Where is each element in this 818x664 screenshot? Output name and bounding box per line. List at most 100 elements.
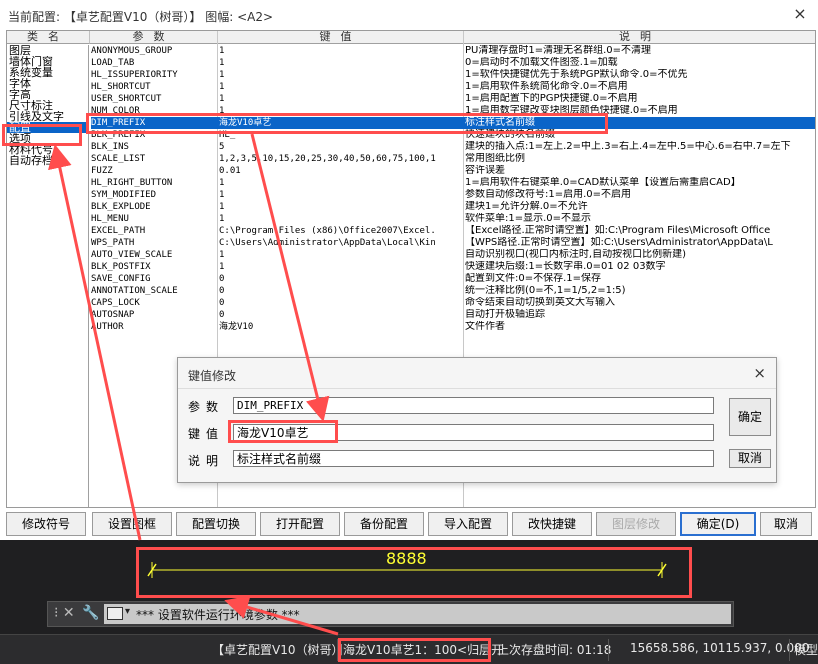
terminal-icon: [107, 607, 123, 620]
close-icon[interactable]: ⁝ ✕: [54, 605, 75, 621]
param-cell: BLK_INS: [91, 142, 129, 152]
bottom-button[interactable]: 修改符号: [6, 512, 86, 536]
dialog-cancel-button[interactable]: 取消: [729, 449, 771, 468]
value-cell: 1,2,3,5,10,15,20,25,30,40,50,60,75,100,1: [219, 154, 436, 164]
table-row[interactable]: SYM_MODIFIED 1 参数自动修改符号:1=启用.0=不启用: [91, 189, 815, 201]
value-cell: 1: [219, 250, 225, 260]
header-category: 类名: [7, 31, 90, 44]
bottom-button[interactable]: 取消: [760, 512, 812, 536]
param-cell: AUTHOR: [91, 322, 124, 332]
value-cell: 0.01: [219, 166, 241, 176]
desc-cell: 【Excel路径.正常时请空置】如:C:\Program Files\Micro…: [465, 225, 771, 236]
table-row[interactable]: HL_MENU 1 软件菜单:1=显示.0=不显示: [91, 213, 815, 225]
table-row[interactable]: AUTO_VIEW_SCALE 1 自动识别视口(视口内标注时,自动按视口比例新建): [91, 249, 815, 261]
param-cell: BLK_EXPLODE: [91, 202, 151, 212]
dimension-text: 8888: [386, 549, 427, 568]
desc-field[interactable]: 标注样式名前缀: [233, 450, 714, 467]
chevron-down-icon[interactable]: ▾: [125, 606, 130, 617]
param-cell: HL_SHORTCUT: [91, 82, 151, 92]
param-cell: BLK_PREFIX: [91, 130, 146, 140]
desc-cell: 标注样式名前缀: [465, 117, 535, 128]
category-item[interactable]: 尺寸标注: [7, 100, 88, 111]
category-item[interactable]: 材料代号: [7, 144, 88, 155]
param-field[interactable]: DIM_PREFIX: [233, 397, 714, 414]
table-row[interactable]: HL_SHORTCUT 1 1=启用软件系统简化命令.0=不启用: [91, 81, 815, 93]
value-cell: HL_: [219, 130, 236, 140]
category-item[interactable]: 引线及文字: [7, 111, 88, 122]
close-icon[interactable]: ×: [753, 364, 766, 382]
bottom-button[interactable]: 备份配置: [344, 512, 424, 536]
close-icon[interactable]: ×: [790, 4, 810, 24]
value-cell: 1: [219, 190, 225, 200]
value-cell: 1: [219, 82, 225, 92]
desc-cell: 建块的插入点:1=左上.2=中上.3=右上.4=左中.5=中心.6=右中.7=左…: [465, 141, 791, 152]
desc-cell: 1=启用软件系统简化命令.0=不启用: [465, 81, 628, 92]
desc-cell: 命令结束自动切换到英文大写输入: [465, 297, 615, 308]
category-item[interactable]: 选项: [7, 133, 88, 144]
command-line[interactable]: ▾ *** 设置软件运行环境参数 ***: [104, 604, 731, 624]
value-cell: 1: [219, 214, 225, 224]
status-model-tab[interactable]: 模型: [794, 641, 818, 658]
desc-cell: 【WPS路径.正常时请空置】如:C:\Users\Administrator\A…: [465, 237, 773, 248]
table-row[interactable]: BLK_POSTFIX 1 快速建块后缀:1=长数字串.0=01 02 03数字: [91, 261, 815, 273]
table-row[interactable]: WPS_PATH C:\Users\Administrator\AppData\L…: [91, 237, 815, 249]
header-param: 参数: [90, 31, 218, 44]
desc-cell: 配置到文件:0=不保存.1=保存: [465, 273, 602, 284]
desc-cell: 常用图纸比例: [465, 153, 525, 164]
bottom-button[interactable]: 设置图框: [92, 512, 172, 536]
table-row[interactable]: DIM_PREFIX 海龙V10卓艺 标注样式名前缀: [91, 117, 815, 129]
edit-dialog: 键值修改 × 参数 DIM_PREFIX 键值 海龙V10卓艺 说明 标注样式名…: [177, 357, 777, 483]
category-item[interactable]: 图层: [7, 45, 88, 56]
desc-cell: 自动打开极轴追踪: [465, 309, 545, 320]
table-row[interactable]: FUZZ 0.01 容许误差: [91, 165, 815, 177]
table-row[interactable]: USER_SHORTCUT 1 1=启用配置下的PGP快捷键.0=不启用: [91, 93, 815, 105]
header-desc: 说明: [464, 31, 815, 44]
desc-cell: 1=启用配置下的PGP快捷键.0=不启用: [465, 93, 638, 104]
bottom-button[interactable]: 配置切换: [176, 512, 256, 536]
desc-cell: 统一注释比例(0=不,1=1/5,2=1:5): [465, 285, 626, 296]
title-prefix: 当前配置:: [8, 10, 61, 24]
desc-cell: 建块1=允许分解.0=不允许: [465, 201, 588, 212]
category-item[interactable]: 墙体门窗: [7, 56, 88, 67]
table-row[interactable]: HL_RIGHT_BUTTON 1 1=启用软件右键菜单.0=CAD默认菜单【设置后…: [91, 177, 815, 189]
table-row[interactable]: BLK_PREFIX HL_ 快速建块的块名前缀: [91, 129, 815, 141]
table-row[interactable]: EXCEL_PATH C:\Program Files (x86)\Office2…: [91, 225, 815, 237]
category-item[interactable]: 系统变量: [7, 67, 88, 78]
bottom-button[interactable]: 导入配置: [428, 512, 508, 536]
category-item[interactable]: 字体: [7, 78, 88, 89]
param-cell: HL_MENU: [91, 214, 129, 224]
table-row[interactable]: NUM_COLOR 1 1=启用数字键改变块图层颜色快捷键.0=不启用: [91, 105, 815, 117]
param-cell: USER_SHORTCUT: [91, 94, 162, 104]
param-cell: SAVE_CONFIG: [91, 274, 151, 284]
table-row[interactable]: ANNOTATION_SCALE 0 统一注释比例(0=不,1=1/5,2=1:5): [91, 285, 815, 297]
value-cell: 1: [219, 202, 225, 212]
status-config[interactable]: 【卓艺配置V10（树哥）】: [212, 641, 349, 658]
wrench-icon[interactable]: 🔧: [82, 605, 99, 621]
table-row[interactable]: BLK_EXPLODE 1 建块1=允许分解.0=不允许: [91, 201, 815, 213]
category-item[interactable]: 自动存档: [7, 155, 88, 166]
value-cell: 5: [219, 142, 225, 152]
table-row[interactable]: SCALE_LIST 1,2,3,5,10,15,20,25,30,40,50,6…: [91, 153, 815, 165]
value-cell: 1: [219, 178, 225, 188]
desc-label: 说明: [188, 454, 225, 468]
dialog-divider: [178, 388, 776, 389]
category-item[interactable]: 字高: [7, 89, 88, 100]
table-row[interactable]: LOAD_TAB 1 0=启动时不加载文件图签.1=加载: [91, 57, 815, 69]
bottom-button[interactable]: 改快捷键: [512, 512, 592, 536]
table-row[interactable]: ANONYMOUS_GROUP 1 PU清理存盘时1=清理无名群组.0=不清理: [91, 45, 815, 57]
table-row[interactable]: BLK_INS 5 建块的插入点:1=左上.2=中上.3=右上.4=左中.5=中心.…: [91, 141, 815, 153]
value-field[interactable]: 海龙V10卓艺: [233, 424, 714, 441]
bottom-button[interactable]: 打开配置: [260, 512, 340, 536]
table-row[interactable]: HL_ISSUPERIORITY 1 1=软件快捷键优先于系统PGP默认命令.0=不…: [91, 69, 815, 81]
bottom-button[interactable]: 确定(D): [680, 512, 756, 536]
table-row[interactable]: AUTHOR 海龙V10 文件作者: [91, 321, 815, 333]
table-row[interactable]: SAVE_CONFIG 0 配置到文件:0=不保存.1=保存: [91, 273, 815, 285]
param-cell: ANNOTATION_SCALE: [91, 286, 178, 296]
category-item[interactable]: 配置: [7, 122, 88, 133]
table-row[interactable]: AUTOSNAP 0 自动打开极轴追踪: [91, 309, 815, 321]
dialog-ok-button[interactable]: 确定: [729, 398, 771, 436]
param-cell: FUZZ: [91, 166, 113, 176]
header-value: 键值: [218, 31, 464, 44]
dialog-title: 键值修改: [188, 369, 237, 383]
table-row[interactable]: CAPS_LOCK 0 命令结束自动切换到英文大写输入: [91, 297, 815, 309]
